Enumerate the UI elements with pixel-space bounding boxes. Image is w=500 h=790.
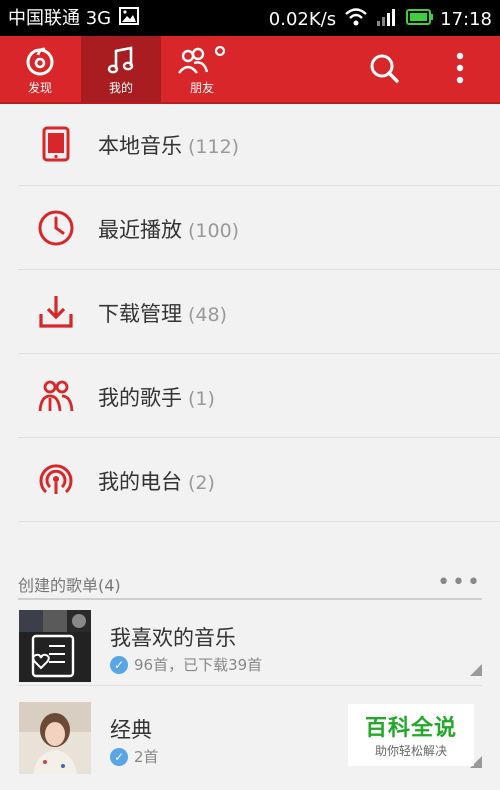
playlist-meta-text: 96首，已下载39首 [134, 656, 263, 674]
tab-discover[interactable]: 发现 [0, 36, 80, 102]
menu-item-count: (48) [188, 304, 228, 326]
divider [18, 598, 482, 600]
menu-item-label: 下载管理 [98, 302, 182, 326]
playlist-meta: ✓ 2首 [110, 746, 159, 767]
netease-music-logo-icon [25, 45, 55, 77]
my-music-menu: 本地音乐 (112) 最近播放 (100) 下载管理 (48) 我的歌手 (1) 我的电… [0, 102, 500, 522]
menu-item-count: (112) [188, 136, 240, 158]
status-bar: 中国联通 3G 0.02K/s 17:18 [0, 0, 500, 36]
menu-item-my-radio[interactable]: 我的电台 (2) [0, 438, 500, 522]
checkmark-icon: ✓ [110, 747, 128, 766]
music-note-icon [106, 45, 136, 77]
playlist-name: 我喜欢的音乐 [110, 626, 236, 650]
top-nav-bar: 发现 我的 朋友 [0, 36, 500, 104]
tab-label: 朋友 [189, 81, 214, 95]
menu-item-my-singers[interactable]: 我的歌手 (1) [0, 354, 500, 438]
corner-triangle-icon [470, 664, 482, 676]
checkmark-icon: ✓ [110, 655, 128, 674]
divider [18, 685, 482, 686]
menu-item-count: (100) [188, 220, 240, 242]
menu-item-label: 本地音乐 [98, 134, 182, 158]
search-button[interactable] [362, 48, 406, 92]
download-icon [36, 292, 76, 332]
friends-icon [176, 45, 228, 77]
phone-icon [36, 124, 76, 164]
menu-item-label: 我的歌手 [98, 386, 182, 410]
clock-text: 17:18 [440, 8, 492, 30]
divider [18, 521, 500, 522]
network-speed-text: 0.02K/s [268, 8, 337, 30]
menu-item-label: 最近播放 [98, 218, 182, 242]
playlist-meta-text: 2首 [134, 748, 159, 766]
singers-icon [36, 376, 76, 416]
watermark-subtitle: 助你轻松解决 [374, 744, 447, 758]
wifi-icon [344, 7, 368, 32]
signal-icon [376, 7, 398, 32]
battery-icon [406, 8, 434, 31]
section-title: 创建的歌单(4) [18, 576, 121, 595]
playlist-cover [19, 610, 91, 682]
tab-mine[interactable]: 我的 [81, 36, 161, 102]
menu-item-count: (2) [188, 472, 215, 494]
menu-item-local-music[interactable]: 本地音乐 (112) [0, 102, 500, 186]
menu-item-count: (1) [188, 388, 215, 410]
more-horizontal-icon[interactable]: ••• [437, 570, 482, 595]
menu-item-recent-play[interactable]: 最近播放 (100) [0, 186, 500, 270]
menu-item-downloads[interactable]: 下载管理 (48) [0, 270, 500, 354]
carrier-text: 中国联通 3G [8, 7, 112, 29]
tab-label: 我的 [108, 81, 133, 95]
radio-icon [36, 460, 76, 500]
clock-icon [36, 208, 76, 248]
more-options-button[interactable] [438, 48, 482, 92]
created-playlists-header[interactable]: 创建的歌单(4) ••• [0, 568, 500, 600]
tab-friends[interactable]: 朋友 [162, 36, 242, 102]
tab-label: 发现 [27, 81, 52, 95]
more-vertical-icon [455, 52, 465, 88]
playlist-meta: ✓ 96首，已下载39首 [110, 654, 262, 675]
playlist-item[interactable]: 我喜欢的音乐 ✓ 96首，已下载39首 [0, 602, 500, 686]
playlist-name: 经典 [110, 718, 152, 742]
playlist-cover [19, 702, 91, 774]
watermark-logo: 百科全说 助你轻松解决 [348, 704, 474, 766]
watermark-title: 百科全说 [364, 716, 457, 741]
search-icon [368, 52, 400, 88]
gallery-notification-icon [119, 7, 140, 30]
menu-item-label: 我的电台 [98, 470, 182, 494]
